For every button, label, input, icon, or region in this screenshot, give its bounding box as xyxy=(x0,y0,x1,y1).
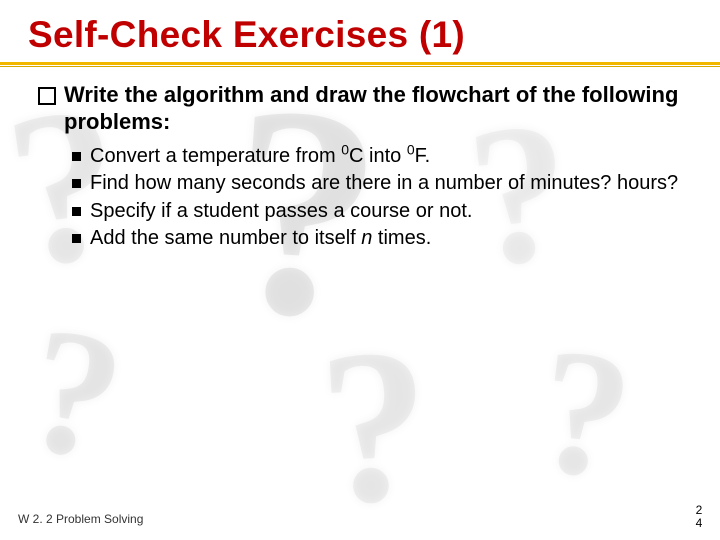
main-bullet: Write the algorithm and draw the flowcha… xyxy=(38,82,690,136)
main-prompt: Write the algorithm and draw the flowcha… xyxy=(64,82,678,134)
sub-item-4: Add the same number to itself n times. xyxy=(72,226,690,252)
footer-page-number: 2 4 xyxy=(694,504,704,530)
slide: ? ? ? ? ? ? Self-Check Exercises (1) Wri… xyxy=(0,0,720,540)
title-underline-thick xyxy=(0,62,720,65)
page-number-bottom: 4 xyxy=(694,517,704,530)
title-underline-thin xyxy=(0,66,720,67)
sub-item-1: Convert a temperature from 0C into 0F. xyxy=(72,144,690,170)
slide-title: Self-Check Exercises (1) xyxy=(28,14,465,56)
content-body: Write the algorithm and draw the flowcha… xyxy=(38,82,690,254)
square-bullet-icon xyxy=(38,87,56,105)
page-number-top: 2 xyxy=(694,504,704,517)
background-question-marks: ? ? ? ? ? ? xyxy=(0,0,720,540)
footer-left: W 2. 2 Problem Solving xyxy=(18,512,143,526)
sub-item-3: Specify if a student passes a course or … xyxy=(72,199,690,225)
sub-bullet-list: Convert a temperature from 0C into 0F. F… xyxy=(72,144,690,252)
sub-item-2: Find how many seconds are there in a num… xyxy=(72,171,690,197)
